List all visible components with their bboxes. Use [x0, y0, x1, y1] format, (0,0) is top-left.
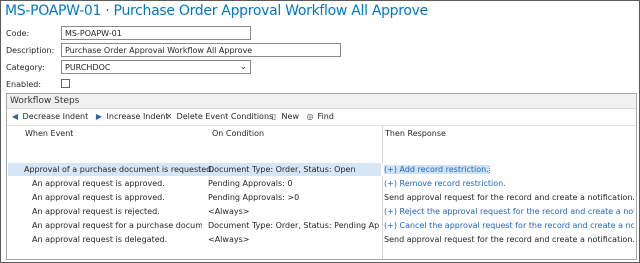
- category-select[interactable]: PURCHDOC ⌄: [61, 60, 251, 74]
- workflow-steps-title: Workflow Steps: [10, 96, 80, 106]
- table-row[interactable]: Approval of a purchase document is reque…: [7, 163, 636, 176]
- on-cell[interactable]: <Always>: [208, 235, 379, 244]
- on-cell[interactable]: Document Type: Order, Status: Open: [208, 165, 379, 174]
- find-label: Find: [317, 112, 334, 121]
- category-label: Category:: [6, 63, 45, 72]
- decrease-indent-label: Decrease Indent: [22, 112, 89, 121]
- when-cell: Approval of a purchase document is reque…: [24, 165, 214, 174]
- increase-indent-label: Increase Indent: [106, 112, 169, 121]
- on-cell[interactable]: Document Type: Order, Status: Pending Ap…: [208, 221, 379, 230]
- code-label: Code:: [6, 29, 30, 38]
- col-then-response[interactable]: Then Response: [385, 129, 446, 138]
- on-cell[interactable]: Pending Approvals: >0: [208, 193, 379, 202]
- page-title: MS-POAPW-01 · Purchase Order Approval Wo…: [5, 3, 428, 19]
- table-row[interactable]: An approval request is approved. Pending…: [7, 191, 636, 204]
- triangle-right-icon: ▶: [95, 112, 103, 121]
- category-value: PURCHDOC: [65, 63, 111, 72]
- chevron-down-icon[interactable]: ⌄: [239, 62, 247, 72]
- enabled-label: Enabled:: [6, 80, 42, 89]
- grid-header: When Event On Condition Then Response: [7, 125, 636, 165]
- window: MS-POAPW-01 · Purchase Order Approval Wo…: [0, 0, 640, 263]
- table-row[interactable]: An approval request is rejected. <Always…: [7, 205, 636, 218]
- when-cell: An approval request is approved.: [32, 179, 165, 188]
- when-cell: An approval request for a purchase docum…: [32, 221, 202, 230]
- when-cell: An approval request is delegated.: [32, 235, 168, 244]
- when-cell: An approval request is approved.: [32, 193, 165, 202]
- table-row[interactable]: An approval request is delegated. <Alway…: [7, 233, 636, 246]
- col-when-event[interactable]: When Event: [25, 129, 73, 138]
- then-link[interactable]: (+) Remove record restriction.: [384, 179, 634, 188]
- delete-event-conditions-label: Delete Event Conditions: [176, 112, 274, 121]
- steps-toolbar: ◀ Decrease Indent ▶ Increase Indent ✕ De…: [7, 110, 636, 124]
- code-field[interactable]: MS-POAPW-01: [61, 26, 251, 40]
- when-cell: An approval request is rejected.: [32, 207, 160, 216]
- description-label: Description:: [6, 46, 55, 55]
- increase-indent-button[interactable]: ▶ Increase Indent: [94, 112, 169, 123]
- workflow-steps-header: Workflow Steps: [7, 94, 636, 109]
- new-document-icon: ▯: [271, 112, 277, 121]
- then-link[interactable]: (+) Reject the approval request for the …: [384, 207, 634, 216]
- delete-event-conditions-button[interactable]: ✕ Delete Event Conditions: [164, 112, 274, 123]
- decrease-indent-button[interactable]: ◀ Decrease Indent: [10, 112, 88, 123]
- enabled-checkbox[interactable]: [61, 79, 70, 88]
- on-cell[interactable]: Pending Approvals: 0: [208, 179, 379, 188]
- col-on-condition[interactable]: On Condition: [212, 129, 264, 138]
- new-label: New: [281, 112, 299, 121]
- on-cell[interactable]: <Always>: [208, 207, 379, 216]
- find-button[interactable]: ◎ Find: [305, 112, 334, 123]
- table-row[interactable]: An approval request is approved. Pending…: [7, 177, 636, 190]
- new-button[interactable]: ▯ New: [269, 112, 299, 123]
- triangle-left-icon: ◀: [11, 112, 19, 121]
- then-link[interactable]: (+) Cancel the approval request for the …: [384, 221, 634, 230]
- description-field[interactable]: Purchase Order Approval Workflow All App…: [61, 43, 341, 57]
- binoculars-icon: ◎: [306, 112, 314, 121]
- then-link[interactable]: (+) Add record restriction.: [384, 165, 490, 174]
- delete-x-icon: ✕: [165, 112, 173, 121]
- then-cell[interactable]: Send approval request for the record and…: [384, 235, 634, 244]
- workflow-steps-panel: Workflow Steps ◀ Decrease Indent ▶ Incre…: [6, 93, 637, 260]
- table-row[interactable]: An approval request for a purchase docum…: [7, 219, 636, 232]
- then-cell[interactable]: Send approval request for the record and…: [384, 193, 634, 202]
